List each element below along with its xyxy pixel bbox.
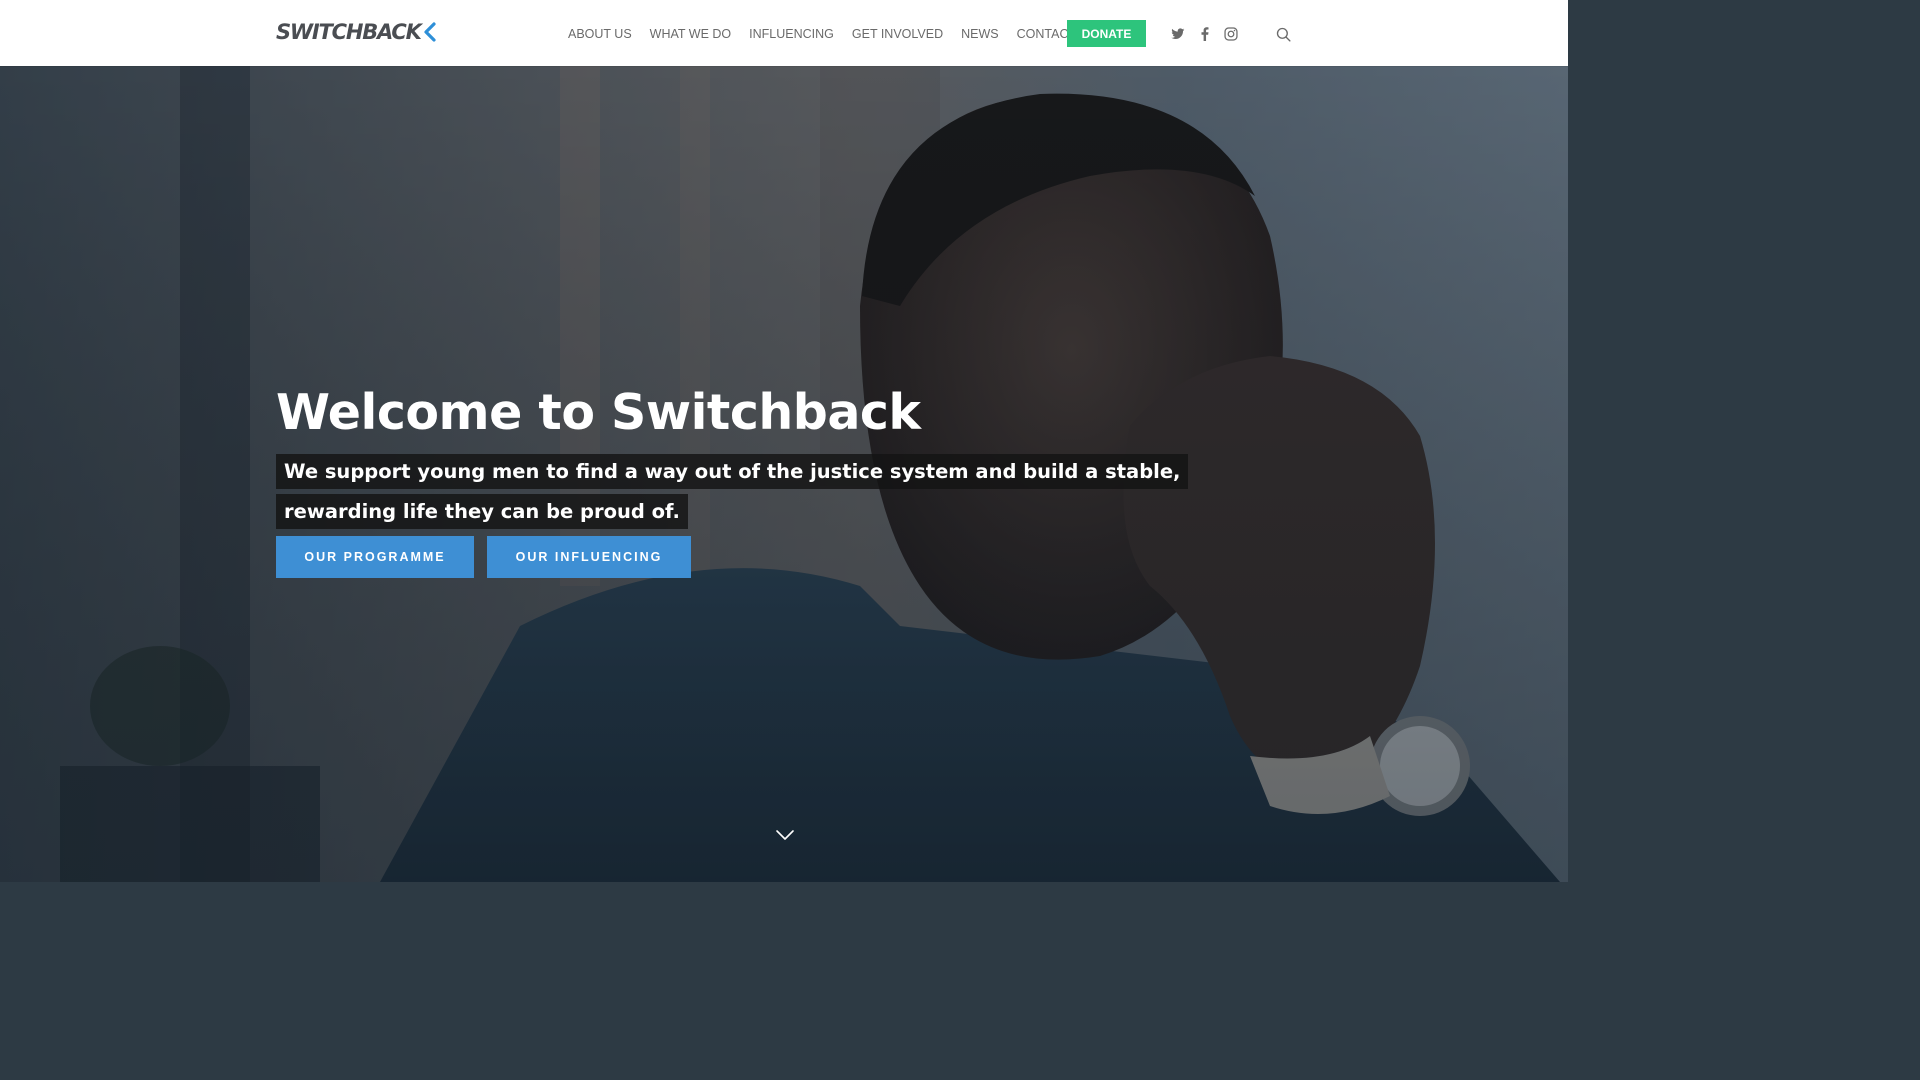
chevron-down-icon[interactable]: [775, 828, 795, 842]
hero-section: Welcome to Switchback We support young m…: [0, 66, 1568, 882]
donate-button[interactable]: DONATE: [1067, 20, 1146, 47]
main-nav: ABOUT US WHAT WE DO INFLUENCING GET INVO…: [568, 20, 1115, 48]
twitter-icon[interactable]: [1170, 26, 1186, 42]
logo-text: SWITCHBACK: [276, 20, 422, 44]
logo-chevron-icon: [424, 22, 436, 42]
hero-subtitle-text: We support young men to find a way out o…: [276, 454, 1189, 529]
nav-what-we-do[interactable]: WHAT WE DO: [650, 27, 731, 41]
nav-news[interactable]: NEWS: [961, 27, 999, 41]
facebook-icon[interactable]: [1197, 26, 1213, 42]
hero-subtitle: We support young men to find a way out o…: [276, 452, 1286, 532]
nav-get-involved[interactable]: GET INVOLVED: [852, 27, 943, 41]
instagram-icon[interactable]: [1223, 26, 1239, 42]
our-influencing-button[interactable]: OUR INFLUENCING: [487, 536, 691, 578]
our-programme-button[interactable]: OUR PROGRAMME: [276, 536, 474, 578]
nav-influencing[interactable]: INFLUENCING: [749, 27, 834, 41]
nav-about-us[interactable]: ABOUT US: [568, 27, 632, 41]
site-header: SWITCHBACK ABOUT US WHAT WE DO INFLUENCI…: [0, 0, 1568, 66]
search-icon[interactable]: [1275, 26, 1291, 42]
switchback-logo[interactable]: SWITCHBACK: [276, 20, 437, 44]
hero-title: Welcome to Switchback: [276, 384, 921, 441]
